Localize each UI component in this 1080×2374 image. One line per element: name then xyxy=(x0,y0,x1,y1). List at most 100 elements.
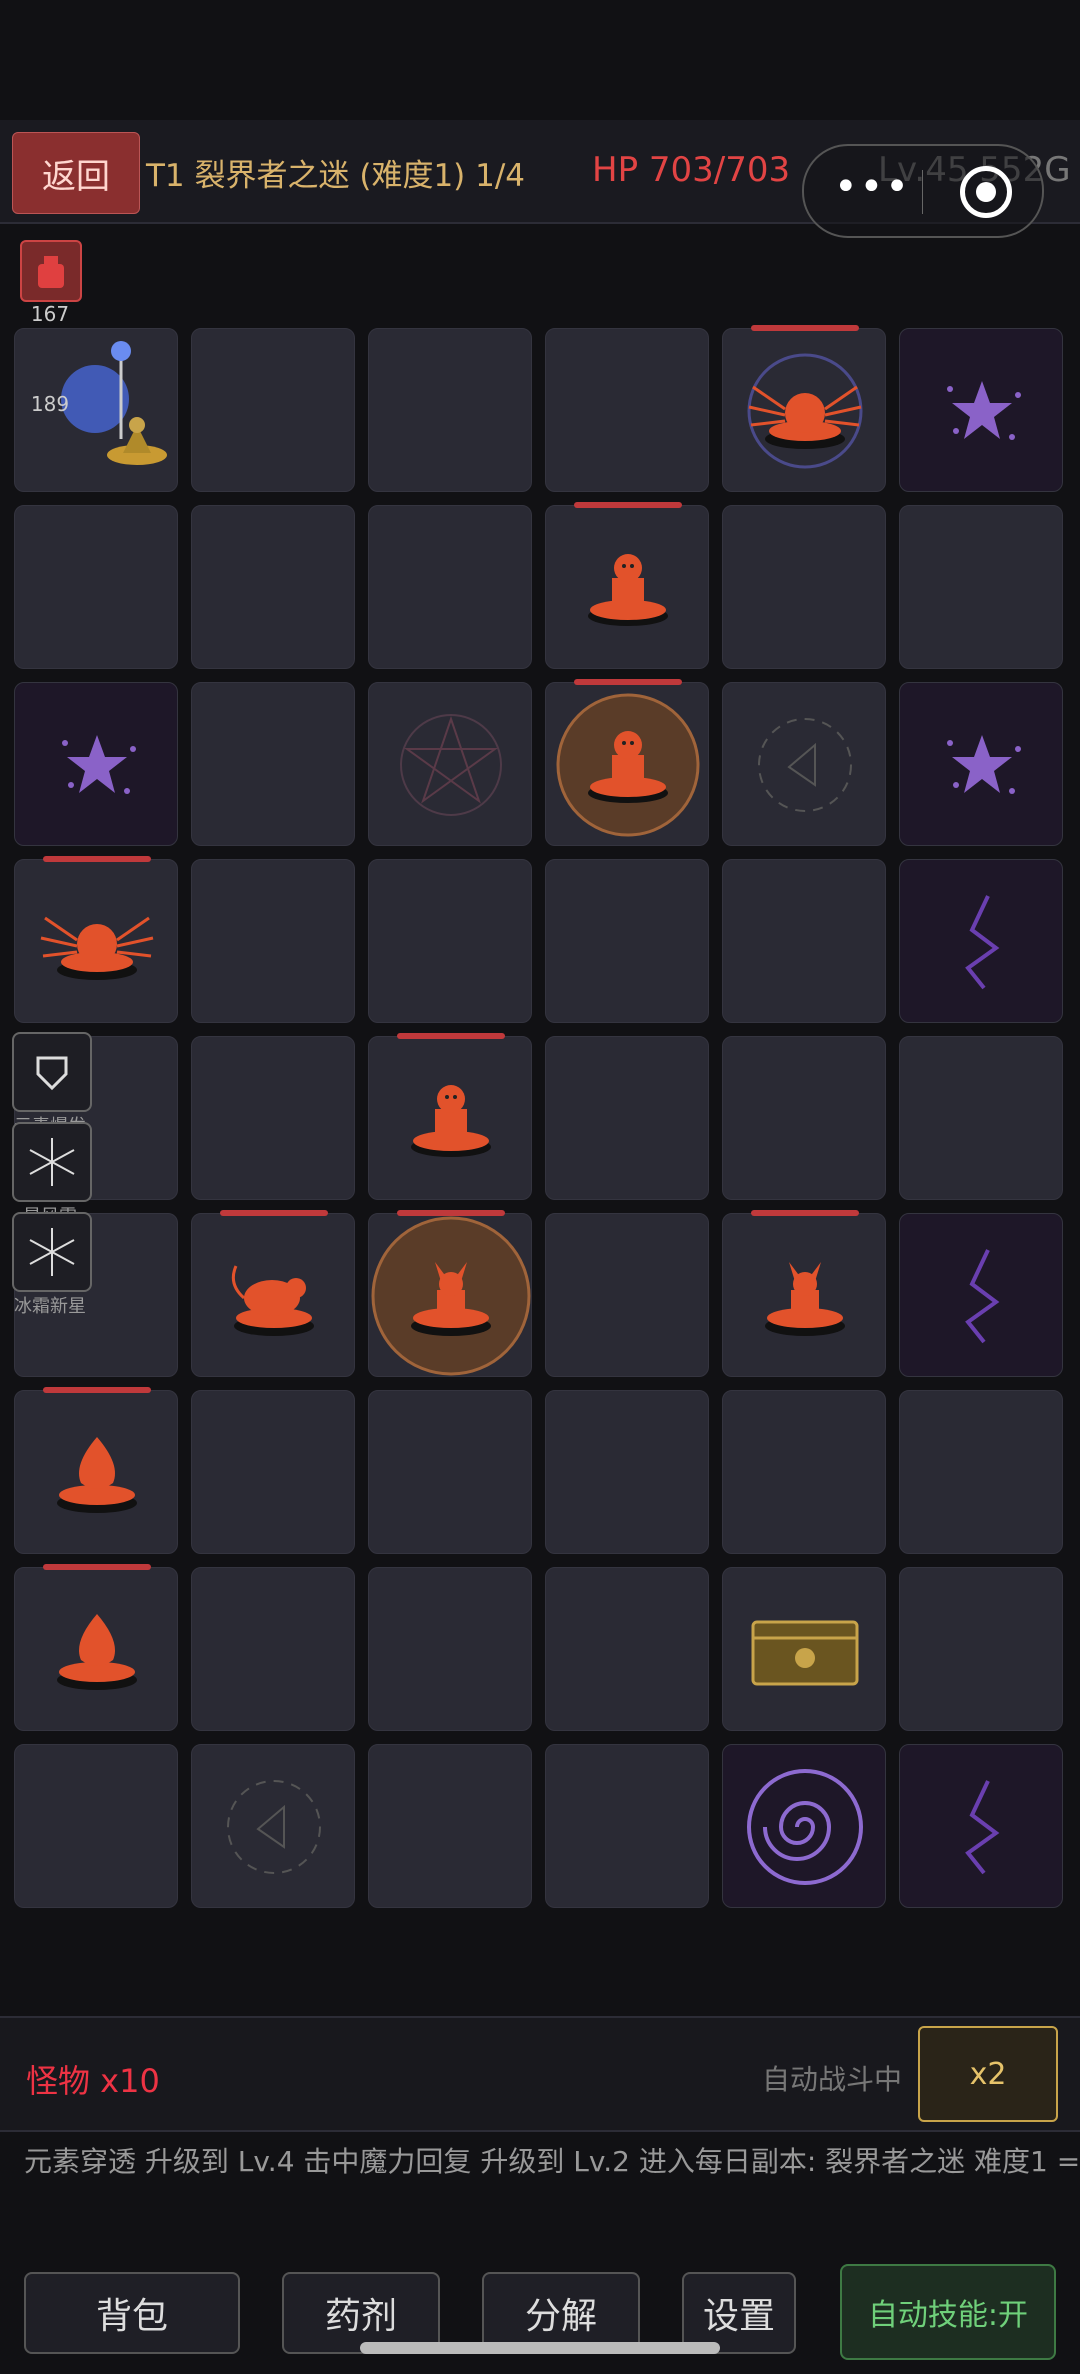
skill-slot-2[interactable] xyxy=(12,1122,92,1202)
board-cell[interactable] xyxy=(191,859,355,1023)
enemy-hp-bar xyxy=(574,679,682,685)
board-cell[interactable] xyxy=(545,859,709,1023)
miniprogram-capsule[interactable]: ••• xyxy=(802,144,1044,238)
speed-toggle-button[interactable]: x2 xyxy=(918,2026,1058,2122)
board-cell[interactable] xyxy=(368,1033,532,1200)
back-button[interactable]: 返回 xyxy=(12,132,140,214)
board-cell[interactable] xyxy=(368,1210,532,1377)
hp-readout: HP 703/703 xyxy=(592,150,791,190)
board-cell[interactable] xyxy=(368,1567,532,1731)
enemy-hp-bar xyxy=(574,502,682,508)
board-cell[interactable] xyxy=(545,1036,709,1200)
board-cell[interactable] xyxy=(14,1744,178,1908)
enemy-hp-bar xyxy=(43,1564,151,1570)
enemy-hp-bar xyxy=(751,1210,859,1216)
board-cell[interactable] xyxy=(191,682,355,846)
hp-potion-icon[interactable] xyxy=(20,240,82,302)
board-cell[interactable] xyxy=(899,328,1063,492)
board-cell[interactable] xyxy=(722,1567,886,1731)
board-cell[interactable] xyxy=(368,328,532,492)
auto-battle-status: 自动战斗中 xyxy=(762,2063,903,2096)
rift-icon xyxy=(965,1249,1000,1344)
home-indicator xyxy=(360,2342,720,2354)
mp-potion-count: 189 xyxy=(30,392,70,416)
pentagram-icon xyxy=(400,714,502,816)
board-cell[interactable] xyxy=(191,1036,355,1200)
board-cell[interactable] xyxy=(545,679,709,846)
portal-icon xyxy=(227,1780,321,1874)
battle-log: 元素穿透 升级到 Lv.4 击中魔力回复 升级到 Lv.2 进入每日副本: 裂界… xyxy=(24,2145,1080,2178)
board-cell[interactable] xyxy=(545,328,709,492)
board-cell[interactable] xyxy=(722,682,886,846)
board-cell[interactable] xyxy=(191,1390,355,1554)
board-cell[interactable] xyxy=(545,1213,709,1377)
enemy-hp-bar xyxy=(43,856,151,862)
board-cell[interactable] xyxy=(191,505,355,669)
board-cell[interactable] xyxy=(899,1213,1063,1377)
dungeon-title: T1 裂界者之迷 (难度1) 1/4 xyxy=(146,158,526,194)
enemy-hp-bar xyxy=(43,1387,151,1393)
spider-monster-icon xyxy=(748,385,862,449)
enemy-hp-bar xyxy=(751,325,859,331)
flame-monster-icon xyxy=(57,1614,137,1690)
enemy-hp-bar xyxy=(397,1210,505,1216)
board-cell[interactable] xyxy=(191,1744,355,1908)
board-cell[interactable] xyxy=(899,1744,1063,1908)
rift-icon xyxy=(965,1780,1000,1875)
enemy-hp-bar xyxy=(220,1210,328,1216)
bag-button[interactable]: 背包 xyxy=(24,2272,240,2354)
board-cell[interactable] xyxy=(368,859,532,1023)
board-cell[interactable] xyxy=(545,1567,709,1731)
board-cell[interactable] xyxy=(722,1210,886,1377)
elite-monster-icon xyxy=(588,731,668,803)
board-cell[interactable] xyxy=(722,325,886,492)
board-cell[interactable] xyxy=(368,505,532,669)
shield-icon xyxy=(36,1056,68,1091)
board-cell[interactable] xyxy=(722,1390,886,1554)
board-cell[interactable] xyxy=(14,1564,178,1731)
board-cell[interactable] xyxy=(368,682,532,846)
board-cell[interactable] xyxy=(899,1036,1063,1200)
board-cell[interactable] xyxy=(545,1390,709,1554)
monster-count: 怪物 x10 xyxy=(26,2062,160,2100)
board-cell[interactable] xyxy=(545,502,709,669)
board-cell[interactable] xyxy=(14,682,178,846)
enemy-hp-bar xyxy=(397,1033,505,1039)
status-bar: 怪物 x10 自动战斗中 x2 xyxy=(0,2016,1080,2132)
skill-slot-1[interactable] xyxy=(12,1032,92,1112)
board-cell[interactable] xyxy=(368,1744,532,1908)
chest-icon xyxy=(751,1620,859,1686)
board-cell[interactable] xyxy=(545,1744,709,1908)
board-cell[interactable] xyxy=(899,1567,1063,1731)
board-cell[interactable] xyxy=(368,1390,532,1554)
board-cell[interactable] xyxy=(899,1390,1063,1554)
board-cell[interactable] xyxy=(899,682,1063,846)
monster-icon xyxy=(588,554,668,626)
portal-icon xyxy=(758,718,852,812)
board-cell[interactable] xyxy=(899,505,1063,669)
snowflake-icon xyxy=(29,1138,75,1186)
board-cell[interactable] xyxy=(14,1387,178,1554)
board-cell[interactable] xyxy=(191,1210,355,1377)
skill-label-3: 冰霜新星 xyxy=(14,1296,86,1317)
hp-potion-count: 167 xyxy=(30,302,70,326)
board-cell[interactable] xyxy=(899,859,1063,1023)
top-bar: 返回 T1 裂界者之迷 (难度1) 1/4 HP 703/703 Lv.45 5… xyxy=(0,120,1080,238)
more-icon[interactable]: ••• xyxy=(834,167,911,207)
auto-skill-button[interactable]: 自动技能:开 xyxy=(840,2264,1056,2360)
elite-fox-monster-icon xyxy=(411,1262,491,1336)
fox-monster-icon xyxy=(765,1262,845,1336)
rat-monster-icon xyxy=(231,1265,314,1336)
board-cell[interactable] xyxy=(722,1744,886,1908)
board-cell[interactable] xyxy=(722,505,886,669)
board-cell[interactable] xyxy=(722,859,886,1023)
monster-icon xyxy=(411,1085,491,1157)
board-cell[interactable] xyxy=(14,505,178,669)
board-cell[interactable] xyxy=(191,328,355,492)
skill-slot-3[interactable] xyxy=(12,1212,92,1292)
board-cell[interactable] xyxy=(191,1567,355,1731)
board-cell[interactable] xyxy=(722,1036,886,1200)
close-target-icon[interactable] xyxy=(960,166,1012,218)
board-cell[interactable] xyxy=(14,856,178,1023)
flame-monster-icon xyxy=(57,1437,137,1513)
